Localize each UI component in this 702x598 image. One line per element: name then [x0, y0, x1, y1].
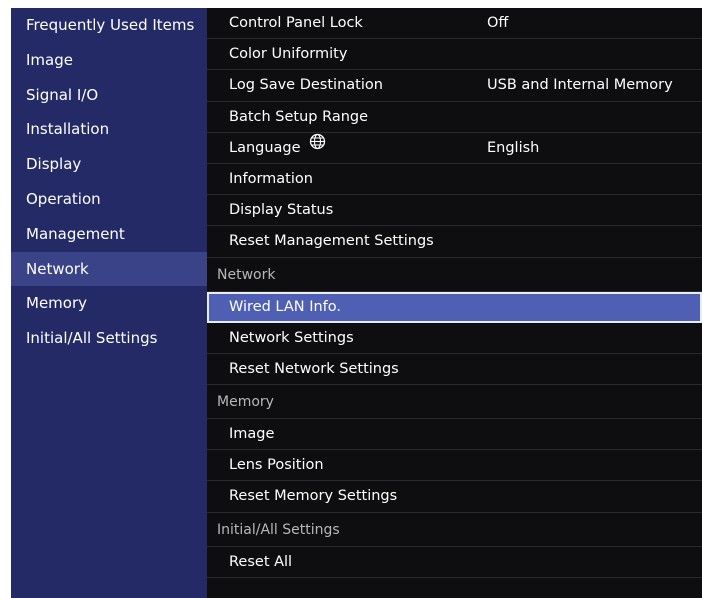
menu-row-label: Language	[229, 139, 301, 156]
menu-row-label: Reset All	[229, 553, 293, 570]
sidebar-item-image[interactable]: Image	[11, 43, 207, 78]
menu-row-reset-management-settings[interactable]: Reset Management Settings	[207, 226, 702, 258]
menu-row-label: Lens Position	[229, 457, 324, 474]
menu-row-label: Wired LAN Info.	[229, 298, 342, 315]
sidebar-item-installation[interactable]: Installation	[11, 112, 207, 147]
menu-row-label: Batch Setup Range	[229, 108, 369, 125]
menu-row-information[interactable]: Information	[207, 164, 702, 196]
menu-row-memory-image[interactable]: Image	[207, 419, 702, 451]
menu-row-value: English	[487, 139, 540, 156]
menu-row-label: Reset Network Settings	[229, 360, 399, 377]
menu-row-display-status[interactable]: Display Status	[207, 195, 702, 227]
menu-row-reset-memory-settings[interactable]: Reset Memory Settings	[207, 481, 702, 513]
section-header-memory: Memory	[207, 385, 702, 420]
menu-row-batch-setup-range[interactable]: Batch Setup Range	[207, 102, 702, 133]
settings-panel: Control Panel Lock Off Color Uniformity …	[207, 8, 702, 598]
menu-row-color-uniformity[interactable]: Color Uniformity	[207, 39, 702, 71]
menu-row-label: Network Settings	[229, 329, 354, 346]
menu-row-control-panel-lock[interactable]: Control Panel Lock Off	[207, 8, 702, 40]
menu-row-network-settings[interactable]: Network Settings	[207, 323, 702, 354]
menu-row-wired-lan-info[interactable]: Wired LAN Info.	[207, 291, 702, 323]
sidebar-item-operation[interactable]: Operation	[11, 182, 207, 217]
menu-row-label: Display Status	[229, 202, 334, 219]
menu-row-label: Reset Management Settings	[229, 233, 434, 250]
sidebar-item-display[interactable]: Display	[11, 147, 207, 182]
menu-row-label: Image	[229, 426, 275, 443]
sidebar-item-memory[interactable]: Memory	[11, 286, 207, 321]
sidebar: Frequently Used Items Image Signal I/O I…	[11, 8, 207, 598]
sidebar-item-initial-all-settings[interactable]: Initial/All Settings	[11, 321, 207, 356]
section-header-initial-all-settings: Initial/All Settings	[207, 513, 702, 547]
menu-row-label: Log Save Destination	[229, 77, 383, 94]
menu-row-lens-position[interactable]: Lens Position	[207, 450, 702, 482]
menu-row-value: Off	[487, 15, 509, 31]
menu-row-label: Control Panel Lock	[229, 15, 363, 31]
menu-row-label: Reset Memory Settings	[229, 488, 398, 505]
section-header-network: Network	[207, 258, 702, 292]
menu-row-label: Color Uniformity	[229, 46, 348, 63]
menu-row-language[interactable]: Language English	[207, 133, 702, 164]
projector-menu: Frequently Used Items Image Signal I/O I…	[11, 8, 702, 598]
sidebar-item-network[interactable]: Network	[11, 251, 207, 287]
menu-row-label: Information	[229, 170, 313, 187]
sidebar-item-signal-io[interactable]: Signal I/O	[11, 78, 207, 113]
globe-icon	[309, 131, 326, 162]
menu-row-reset-all[interactable]: Reset All	[207, 547, 702, 578]
menu-row-value: USB and Internal Memory	[487, 77, 673, 94]
sidebar-item-frequently-used-items[interactable]: Frequently Used Items	[11, 8, 207, 43]
sidebar-item-management[interactable]: Management	[11, 217, 207, 252]
menu-row-log-save-destination[interactable]: Log Save Destination USB and Internal Me…	[207, 70, 702, 102]
menu-row-reset-network-settings[interactable]: Reset Network Settings	[207, 354, 702, 386]
